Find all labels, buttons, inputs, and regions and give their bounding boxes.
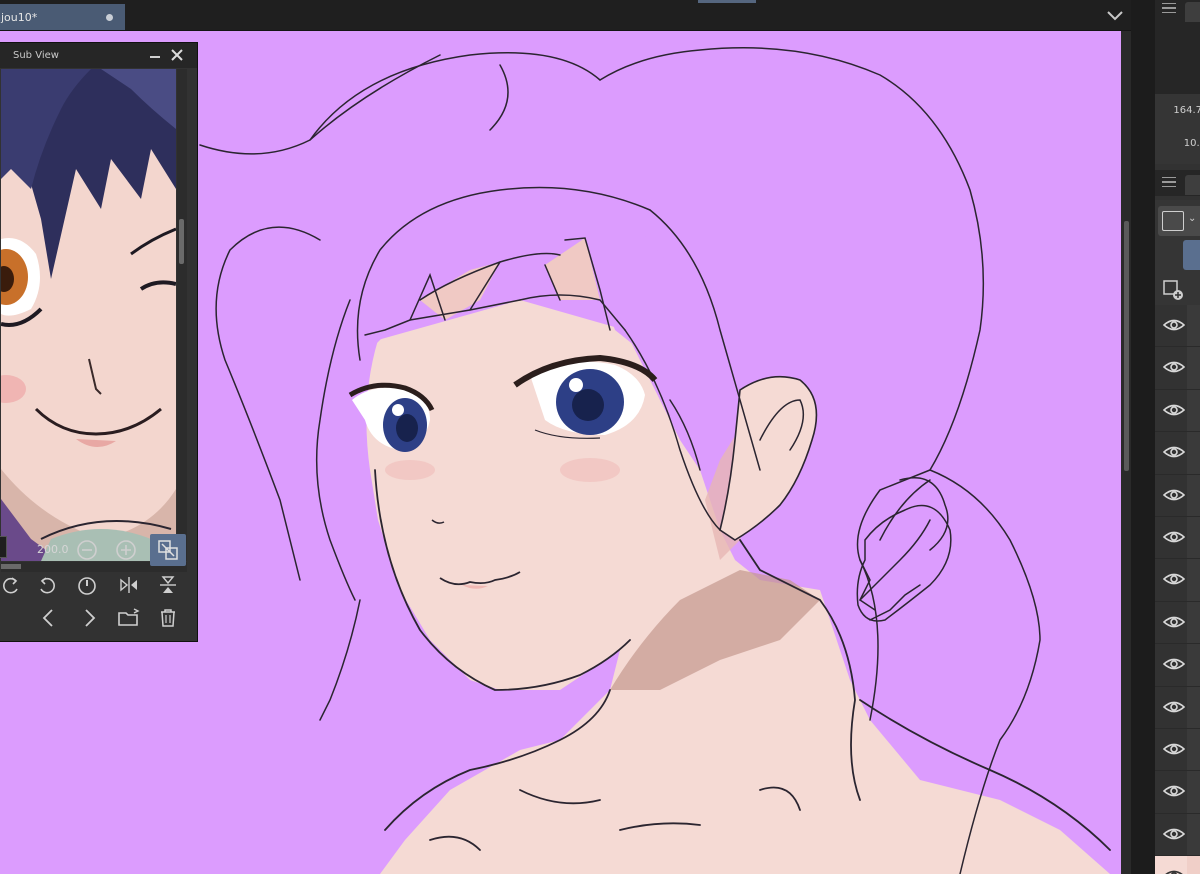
- layer-row[interactable]: [1155, 432, 1200, 475]
- document-tab[interactable]: njou10*: [0, 4, 125, 30]
- zoom-out-icon[interactable]: [75, 538, 99, 562]
- layer-panel-header: [1155, 170, 1200, 196]
- layer-thumbnail: [1187, 432, 1200, 474]
- layer-thumbnail: [1187, 601, 1200, 644]
- reset-rotation-icon[interactable]: [75, 573, 99, 597]
- layer-thumbnail: [1187, 856, 1200, 874]
- layer-row[interactable]: [1155, 856, 1200, 874]
- layer-row[interactable]: [1155, 474, 1200, 517]
- eye-icon[interactable]: [1163, 868, 1185, 874]
- menu-icon[interactable]: [1162, 1, 1176, 15]
- menu-icon[interactable]: [1162, 175, 1176, 189]
- unsaved-dot-icon[interactable]: [106, 14, 113, 21]
- layer-thumbnail: [1187, 686, 1200, 728]
- layer-thumbnail: [1187, 728, 1200, 771]
- rotate-left-icon[interactable]: [0, 573, 23, 597]
- layer-thumbnail: [1187, 305, 1200, 347]
- layer-square-icon: [1162, 211, 1184, 231]
- panel-tab[interactable]: [1185, 2, 1200, 22]
- trash-icon[interactable]: [156, 606, 180, 630]
- eye-icon[interactable]: [1162, 741, 1186, 760]
- layer-thumbnail: [1187, 813, 1200, 856]
- navigator-values: 164.7 10.0: [1155, 94, 1200, 164]
- flip-horizontal-icon[interactable]: [117, 573, 141, 597]
- canvas-vertical-scrollbar[interactable]: [1121, 31, 1131, 874]
- layer-row[interactable]: [1155, 728, 1200, 772]
- folder-icon[interactable]: [117, 606, 141, 630]
- eye-icon[interactable]: [1162, 317, 1186, 336]
- layer-row[interactable]: [1155, 686, 1200, 729]
- panel-header-top: [1155, 0, 1200, 22]
- eye-icon[interactable]: [1162, 444, 1186, 463]
- layer-row[interactable]: [1155, 601, 1200, 645]
- layer-thumbnail: [1187, 389, 1200, 432]
- layer-row[interactable]: [1155, 389, 1200, 433]
- reference-image-art: [1, 69, 176, 561]
- eye-icon[interactable]: [1162, 402, 1186, 421]
- next-icon[interactable]: [77, 606, 101, 630]
- layer-panel-tab[interactable]: [1185, 175, 1200, 195]
- previous-icon[interactable]: [37, 606, 61, 630]
- layer-option-button[interactable]: [1183, 240, 1200, 270]
- scrollbar-thumb[interactable]: [1124, 221, 1129, 471]
- zoom-value: 200.0: [37, 543, 69, 556]
- sub-view-titlebar[interactable]: Sub View: [0, 43, 197, 68]
- layer-blend-mode-select[interactable]: ⌄: [1158, 206, 1200, 236]
- eye-icon[interactable]: [1162, 783, 1186, 802]
- eye-icon[interactable]: [1162, 359, 1186, 378]
- eye-icon[interactable]: [1162, 656, 1186, 675]
- layer-thumbnail: [1187, 347, 1200, 389]
- sub-view-title: Sub View: [13, 50, 59, 61]
- layer-row[interactable]: [1155, 305, 1200, 348]
- sub-view-panel: Sub View 200.0: [0, 42, 198, 642]
- chevron-down-icon[interactable]: [1100, 4, 1130, 28]
- document-tab-bar: njou10*: [0, 0, 1155, 31]
- document-tab-title: njou10*: [0, 11, 38, 24]
- eye-icon[interactable]: [1162, 699, 1186, 718]
- flip-vertical-icon[interactable]: [156, 573, 180, 597]
- layer-row[interactable]: [1155, 347, 1200, 390]
- navigator-value-2: 10.0: [1183, 138, 1200, 149]
- layer-tools: ⌄: [1155, 200, 1200, 305]
- layer-thumbnail: [1187, 559, 1200, 601]
- navigator-value-1: 164.7: [1173, 105, 1200, 116]
- layer-list: [1155, 305, 1200, 874]
- new-layer-icon[interactable]: [1163, 280, 1183, 304]
- eye-icon[interactable]: [1162, 487, 1186, 506]
- layer-thumbnail: [1187, 474, 1200, 516]
- sub-view-vertical-scrollbar[interactable]: [177, 69, 187, 561]
- reference-image[interactable]: [1, 69, 176, 561]
- layer-row[interactable]: [1155, 813, 1200, 857]
- eye-icon[interactable]: [1162, 826, 1186, 845]
- tab-accent-bar: [698, 0, 756, 3]
- fit-window-icon[interactable]: [150, 534, 186, 566]
- layer-thumbnail: [1187, 644, 1200, 686]
- close-icon[interactable]: [169, 47, 185, 63]
- panel-divider: [1131, 0, 1155, 874]
- layer-row[interactable]: [1155, 644, 1200, 687]
- eye-icon[interactable]: [1162, 571, 1186, 590]
- minimize-icon[interactable]: [147, 48, 163, 64]
- layer-row[interactable]: [1155, 771, 1200, 814]
- eye-icon[interactable]: [1162, 614, 1186, 633]
- layer-thumbnail: [1187, 771, 1200, 813]
- rotate-right-icon[interactable]: [35, 573, 59, 597]
- eye-icon[interactable]: [1162, 529, 1186, 548]
- chevron-down-icon: ⌄: [1188, 213, 1197, 224]
- navigator-panel: [1155, 22, 1200, 162]
- scrollbar-thumb[interactable]: [179, 219, 184, 264]
- zoom-in-icon[interactable]: [114, 538, 138, 562]
- right-panel: 164.7 10.0 ⌄: [1155, 0, 1200, 874]
- layer-thumbnail: [1187, 516, 1200, 559]
- layer-row[interactable]: [1155, 559, 1200, 602]
- scrollbar-thumb[interactable]: [1, 564, 21, 569]
- layer-row[interactable]: [1155, 516, 1200, 560]
- zoom-slider-field[interactable]: [0, 536, 7, 558]
